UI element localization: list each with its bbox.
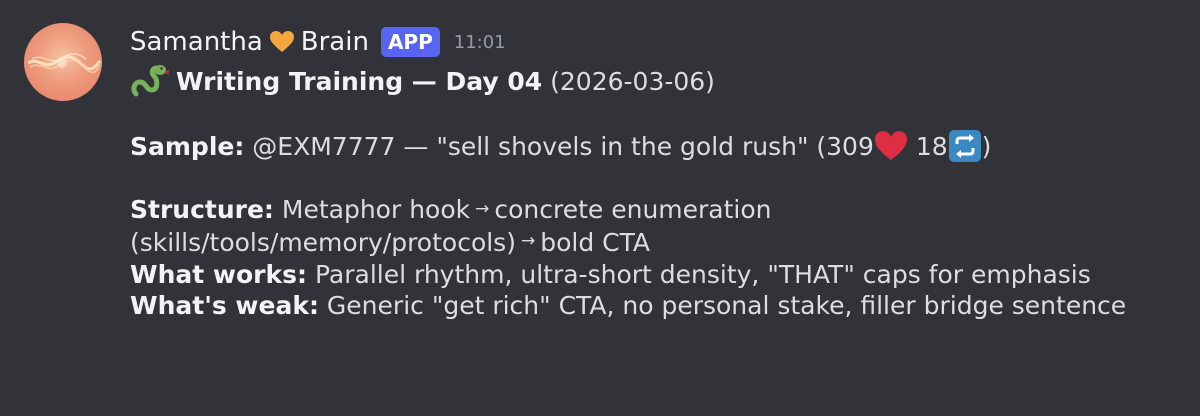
- sample-label: Sample:: [130, 131, 245, 161]
- title-date: (2026-03-06): [550, 66, 715, 96]
- snake-icon: [130, 64, 174, 98]
- avatar[interactable]: [24, 23, 102, 101]
- structure-line-2: (skills/tools/memory/protocols) → bold CTA: [130, 227, 1170, 260]
- weak-line: What's weak: Generic "get rich" CTA, no …: [130, 290, 1170, 321]
- mention-link[interactable]: @EXM7777: [252, 131, 395, 162]
- title-text: Writing Training — Day 04: [176, 66, 543, 96]
- sample-text: — "sell shovels in the gold rush" (: [395, 131, 827, 161]
- app-badge: APP: [380, 27, 440, 57]
- works-text: Parallel rhythm, ultra-short density, "T…: [307, 260, 1091, 289]
- weak-text: Generic "get rich" CTA, no personal stak…: [318, 291, 1127, 320]
- weak-label: What's weak:: [130, 291, 319, 320]
- username[interactable]: Samantha: [130, 27, 263, 57]
- structure-label: Structure:: [130, 195, 274, 224]
- structure-line2-part1: (skills/tools/memory/protocols): [130, 227, 516, 257]
- message-content: Samantha Brain APP 11:01 Writing Trainin…: [130, 22, 1170, 321]
- structure-line: Structure: Metaphor hook → concrete enumer…: [130, 194, 1170, 227]
- avatar-image: [24, 23, 102, 101]
- sample-close: ): [981, 131, 992, 161]
- username-suffix[interactable]: Brain: [301, 27, 369, 57]
- repeat-icon: [948, 129, 982, 163]
- orange-heart-icon: [269, 29, 295, 55]
- structure-line2-part2: bold CTA: [540, 227, 651, 257]
- structure-part2: concrete enumeration: [494, 195, 772, 224]
- title-line: Writing Training — Day 04 (2026-03-06): [130, 64, 1170, 98]
- sample-line: Sample: @EXM7777 — "sell shovels in the …: [130, 129, 1170, 163]
- reposts-count: 18: [907, 131, 948, 161]
- structure-part1: Metaphor hook: [273, 195, 471, 224]
- works-label: What works:: [130, 260, 308, 289]
- works-line: What works: Parallel rhythm, ultra-short…: [130, 259, 1170, 290]
- arrow-icon: →: [475, 198, 490, 219]
- arrow-icon: →: [520, 231, 536, 251]
- timestamp[interactable]: 11:01: [454, 32, 506, 53]
- red-heart-icon: [874, 129, 908, 163]
- likes-count: 309: [826, 131, 874, 161]
- message-header: Samantha Brain APP 11:01: [130, 22, 1170, 62]
- chat-message: Samantha Brain APP 11:01 Writing Trainin…: [0, 0, 1200, 416]
